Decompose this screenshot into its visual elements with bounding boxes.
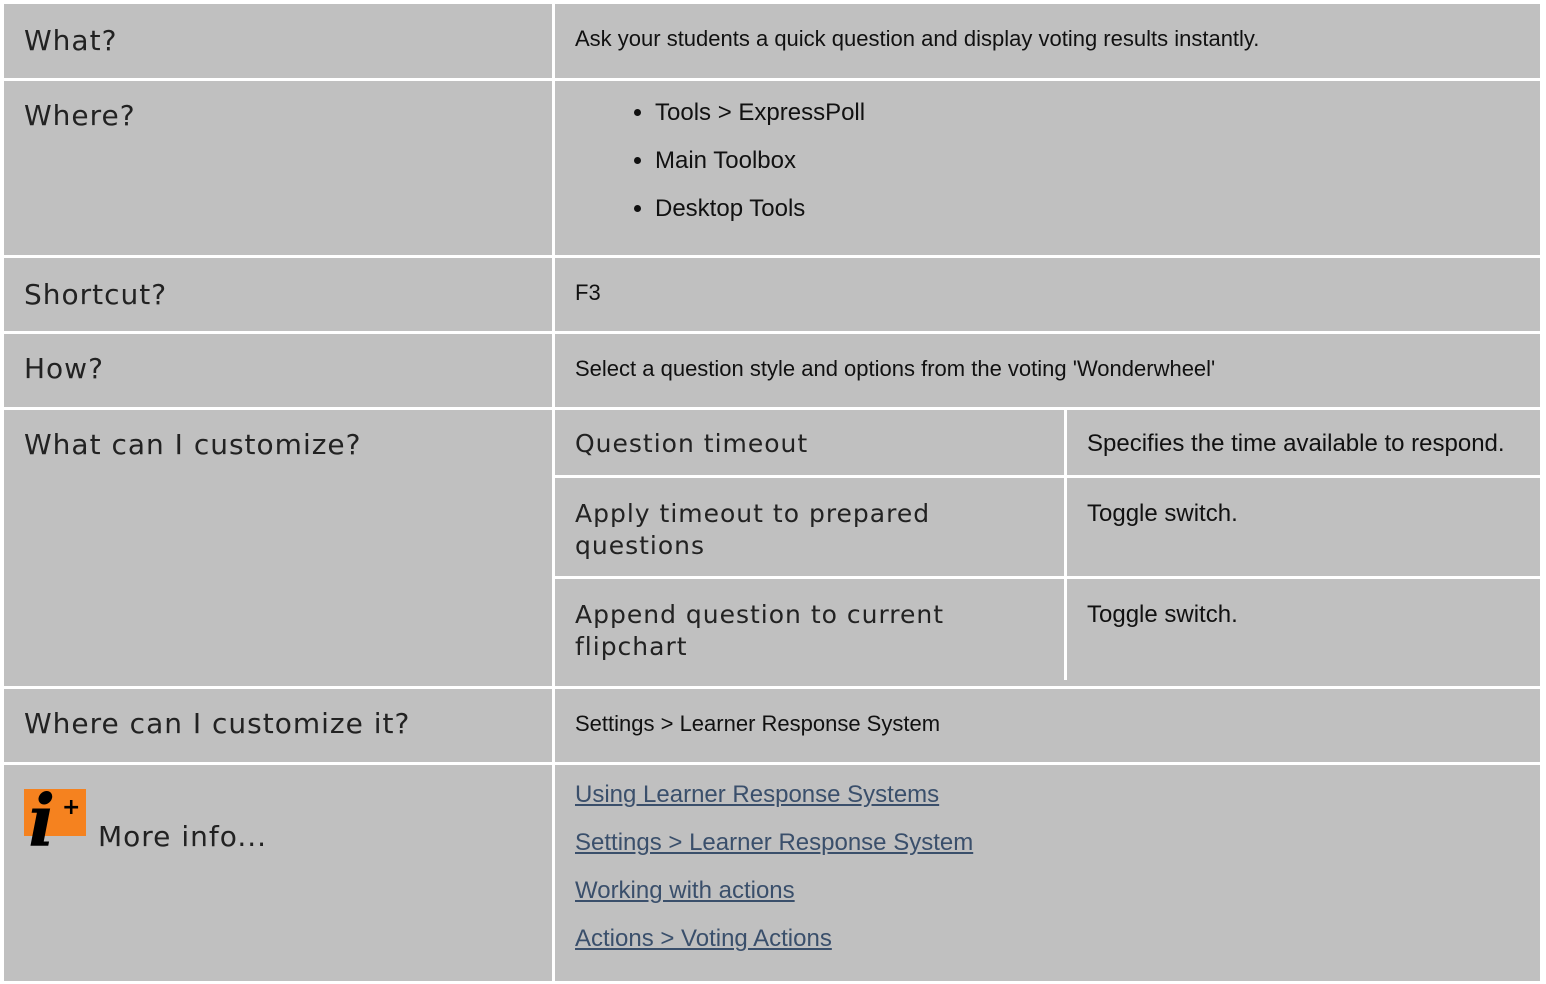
more-info-links: Using Learner Response Systems Settings … (555, 765, 1540, 981)
label-how: How? (4, 334, 552, 407)
label-what: What? (4, 4, 552, 78)
option-row: Question timeout Specifies the time avai… (555, 410, 1540, 478)
row-what: What? Ask your students a quick question… (4, 4, 1540, 78)
link-using-lrs[interactable]: Using Learner Response Systems (575, 783, 1520, 807)
option-desc: Toggle switch. (1067, 478, 1540, 579)
row-where-customize: Where can I customize it? Settings > Lea… (4, 689, 1540, 762)
link-working-actions[interactable]: Working with actions (575, 879, 1520, 903)
label-where: Where? (4, 81, 552, 255)
option-name: Apply timeout to prepared questions (555, 478, 1067, 579)
where-item: Tools > ExpressPoll (655, 101, 1540, 125)
option-desc: Specifies the time available to respond. (1067, 410, 1540, 478)
more-info-label: More info... (98, 820, 268, 853)
customize-options-table: Question timeout Specifies the time avai… (555, 410, 1540, 680)
option-row: Apply timeout to prepared questions Togg… (555, 478, 1540, 579)
where-item: Main Toolbox (655, 149, 1540, 173)
info-plus-icon: i + (24, 785, 86, 859)
more-info-heading: i + More info... (24, 781, 532, 859)
help-page: What? Ask your students a quick question… (4, 4, 1546, 984)
row-how: How? Select a question style and options… (4, 334, 1540, 407)
value-how: Select a question style and options from… (575, 356, 1216, 381)
row-where: Where? Tools > ExpressPoll Main Toolbox … (4, 81, 1540, 255)
value-what: Ask your students a quick question and d… (575, 26, 1260, 51)
where-list: Tools > ExpressPoll Main Toolbox Desktop… (555, 81, 1540, 255)
link-settings-lrs[interactable]: Settings > Learner Response System (575, 831, 1520, 855)
row-shortcut: Shortcut? F3 (4, 258, 1540, 331)
where-item: Desktop Tools (655, 197, 1540, 221)
option-name: Question timeout (555, 410, 1067, 478)
feature-info-table: What? Ask your students a quick question… (1, 1, 1543, 984)
row-more-info: i + More info... Using Learner Response … (4, 765, 1540, 981)
row-customize: What can I customize? Question timeout S… (4, 410, 1540, 686)
label-where-customize: Where can I customize it? (4, 689, 552, 762)
option-desc: Toggle switch. (1067, 579, 1540, 680)
option-name: Append question to current flipchart (555, 579, 1067, 680)
link-voting-actions[interactable]: Actions > Voting Actions (575, 927, 1520, 951)
label-shortcut: Shortcut? (4, 258, 552, 331)
value-shortcut: F3 (575, 280, 601, 305)
option-row: Append question to current flipchart Tog… (555, 579, 1540, 680)
label-customize: What can I customize? (4, 410, 552, 686)
value-where-customize: Settings > Learner Response System (575, 711, 941, 736)
